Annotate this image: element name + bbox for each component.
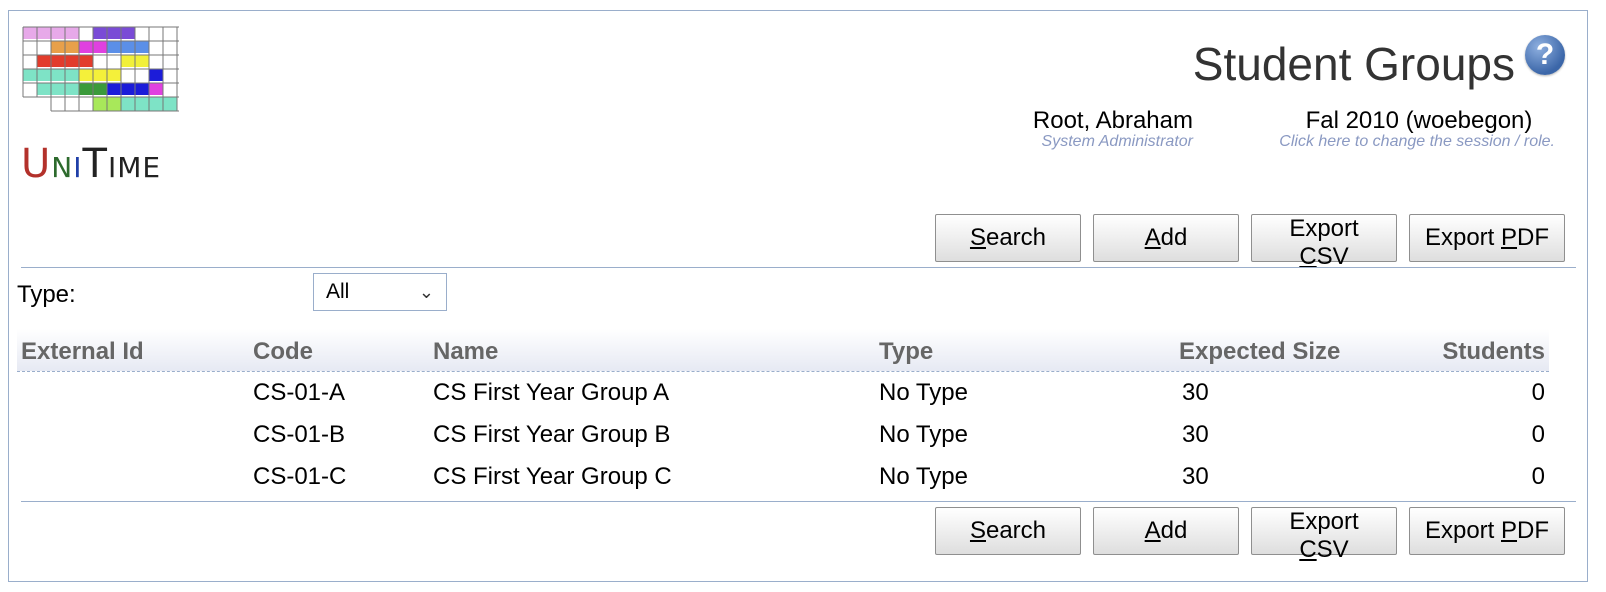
column-type[interactable]: Type xyxy=(879,338,933,366)
help-icon[interactable]: ? xyxy=(1525,35,1565,75)
export-pdf-button-bottom[interactable]: Export PDF xyxy=(1409,507,1565,555)
footer-separator xyxy=(21,501,1576,502)
search-button-bottom[interactable]: Search xyxy=(935,507,1081,555)
add-button[interactable]: Add xyxy=(1093,214,1239,262)
logo-grid-icon xyxy=(21,25,179,117)
cell-expected-size: 30 xyxy=(1182,463,1209,490)
session-info[interactable]: Fal 2010 (woebegon) Click here to change… xyxy=(1245,107,1555,151)
user-role: System Administrator xyxy=(1041,133,1193,150)
user-name: Root, Abraham xyxy=(1032,107,1193,134)
cell-type: No Type xyxy=(879,421,968,448)
table-row[interactable]: CS-01-A CS First Year Group A No Type 30… xyxy=(17,373,1549,413)
column-external-id[interactable]: External Id xyxy=(21,338,144,366)
add-button-bottom[interactable]: Add xyxy=(1093,507,1239,555)
bottom-toolbar: Search Add Export CSV Export PDF xyxy=(935,507,1565,563)
column-name[interactable]: Name xyxy=(433,338,498,366)
unitime-logo[interactable]: UNITIME xyxy=(21,25,181,195)
header-separator xyxy=(21,267,1576,268)
cell-code: CS-01-B xyxy=(253,421,346,448)
user-info[interactable]: Root, Abraham System Administrator xyxy=(1017,107,1193,151)
cell-code: CS-01-A xyxy=(253,379,346,406)
column-expected-size[interactable]: Expected Size xyxy=(1179,338,1340,366)
top-toolbar: Search Add Export CSV Export PDF xyxy=(935,214,1565,270)
cell-type: No Type xyxy=(879,463,968,490)
table-header: External Id Code Name Type Expected Size… xyxy=(17,329,1549,372)
type-filter-label: Type: xyxy=(17,281,76,308)
table-row[interactable]: CS-01-B CS First Year Group B No Type 30… xyxy=(17,415,1549,455)
page-frame: UNITIME Student Groups ? Root, Abraham S… xyxy=(8,10,1588,582)
export-csv-button-bottom[interactable]: Export CSV xyxy=(1251,507,1397,563)
type-filter-select[interactable]: All ⌄ xyxy=(313,273,447,311)
cell-students: 0 xyxy=(1531,379,1545,406)
type-filter-value: All xyxy=(326,280,350,303)
chevron-down-icon: ⌄ xyxy=(418,282,434,302)
cell-name: CS First Year Group A xyxy=(433,379,670,406)
cell-name: CS First Year Group B xyxy=(433,421,671,448)
session-change-link[interactable]: Click here to change the session / role. xyxy=(1245,133,1555,151)
search-button[interactable]: Search xyxy=(935,214,1081,262)
cell-students: 0 xyxy=(1531,463,1545,490)
export-pdf-button[interactable]: Export PDF xyxy=(1409,214,1565,262)
cell-type: No Type xyxy=(879,379,968,406)
export-csv-button[interactable]: Export CSV xyxy=(1251,214,1397,270)
cell-expected-size: 30 xyxy=(1182,421,1209,448)
page-title: Student Groups xyxy=(1192,38,1515,90)
cell-expected-size: 30 xyxy=(1182,379,1209,406)
column-students[interactable]: Students xyxy=(1442,338,1545,366)
cell-students: 0 xyxy=(1531,421,1545,448)
column-code[interactable]: Code xyxy=(253,338,313,366)
cell-name: CS First Year Group C xyxy=(433,463,672,490)
session-name: Fal 2010 (woebegon) xyxy=(1305,107,1533,134)
logo-wordmark: UNITIME xyxy=(21,141,162,187)
table-row[interactable]: CS-01-C CS First Year Group C No Type 30… xyxy=(17,457,1549,497)
cell-code: CS-01-C xyxy=(253,463,347,490)
